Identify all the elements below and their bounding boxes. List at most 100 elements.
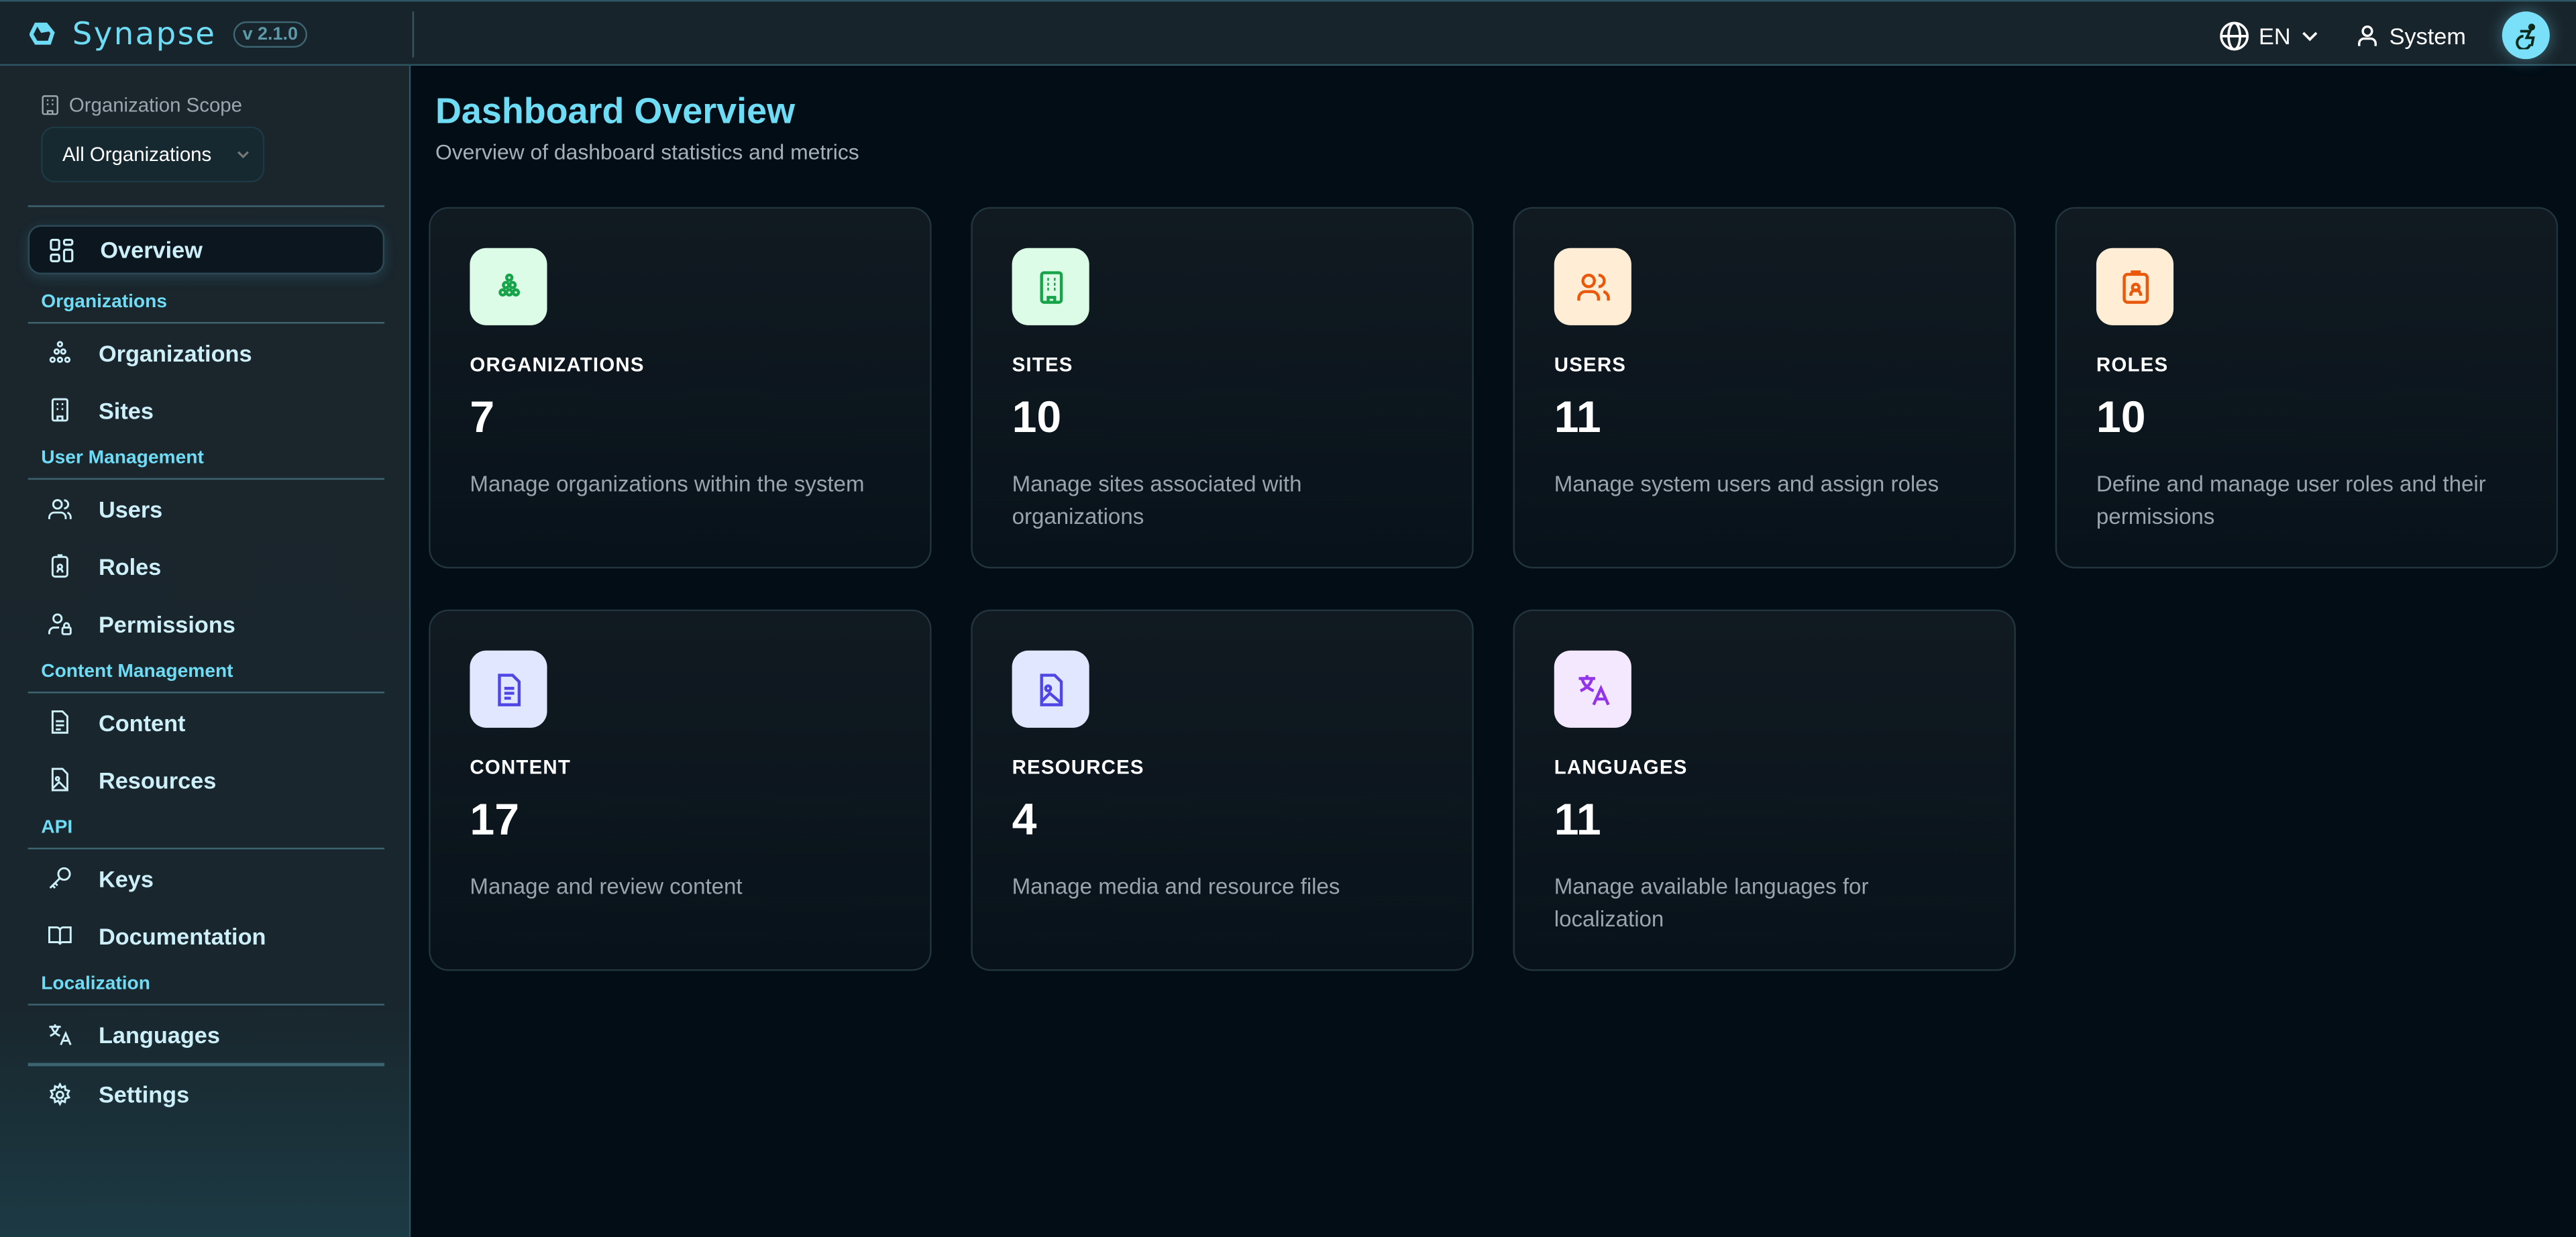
section-localization: Localization [28,965,384,1006]
file-text-icon [489,669,529,709]
card-count: 17 [470,795,519,846]
stat-card-users[interactable]: USERS 11 Manage system users and assign … [1513,207,2016,569]
divider [28,205,384,207]
user-menu[interactable]: System [2357,22,2466,48]
org-tree-icon [48,340,72,365]
sidebar-item-content[interactable]: Content [28,693,384,751]
sidebar-item-documentation[interactable]: Documentation [28,907,384,965]
scope-value: All Organizations [62,143,211,166]
card-title: RESOURCES [1012,756,1144,779]
dashboard-icon [49,237,74,262]
sidebar-item-label: Documentation [99,922,266,949]
card-icon-tile [2096,248,2174,325]
building-icon [1031,267,1071,307]
globe-icon [2219,21,2249,50]
building-icon [48,398,72,423]
sidebar-item-label: Overview [100,237,202,263]
sidebar-item-organizations[interactable]: Organizations [28,323,384,381]
translate-icon [48,1022,72,1046]
translate-icon [1573,669,1613,709]
file-image-icon [1031,669,1071,709]
synapse-logo-icon [30,21,56,48]
card-count: 10 [1012,392,1062,443]
user-icon [2357,24,2379,47]
card-icon-tile [1554,651,1631,728]
scope-label-text: Organization Scope [69,94,242,117]
sidebar-item-users[interactable]: Users [28,480,384,537]
sidebar-item-roles[interactable]: Roles [28,537,384,595]
org-tree-icon [489,267,529,307]
card-title: LANGUAGES [1554,756,1688,779]
user-lock-icon [48,611,72,636]
sidebar-item-keys[interactable]: Keys [28,849,384,907]
section-user-management: User Management [28,439,384,480]
app-logo[interactable]: Synapse v 2.1.0 [30,16,308,52]
sidebar-item-languages[interactable]: Languages [28,1006,384,1063]
sidebar-item-label: Resources [99,766,216,792]
accessibility-icon [2513,22,2539,48]
key-icon [48,866,72,891]
sidebar-item-settings[interactable]: Settings [28,1065,384,1123]
sidebar-item-sites[interactable]: Sites [28,381,384,439]
card-title: SITES [1012,354,1073,376]
chevron-down-icon [2300,25,2320,45]
card-description: Define and manage user roles and their p… [2096,468,2507,534]
user-name: System [2390,22,2466,48]
card-title: ORGANIZATIONS [470,354,644,376]
page-subtitle: Overview of dashboard statistics and met… [435,140,859,164]
card-icon-tile [470,651,547,728]
file-image-icon [48,767,72,792]
sidebar-nav: Overview Organizations Organizations Sit… [28,225,384,1123]
sidebar-item-label: Settings [99,1081,189,1107]
badge-icon [2115,267,2155,307]
sidebar-item-label: Languages [99,1021,220,1047]
app-name: Synapse [72,16,217,52]
stat-card-languages[interactable]: LANGUAGES 11 Manage available languages … [1513,610,2016,971]
stat-card-roles[interactable]: ROLES 10 Define and manage user roles an… [2055,207,2558,569]
card-title: USERS [1554,354,1626,376]
section-content-management: Content Management [28,652,384,693]
stat-card-sites[interactable]: SITES 10 Manage sites associated with or… [971,207,1473,569]
badge-icon [48,553,72,578]
sidebar-item-resources[interactable]: Resources [28,751,384,808]
card-description: Manage sites associated with organizatio… [1012,468,1423,534]
users-icon [1573,267,1613,307]
gear-icon [48,1082,72,1107]
stat-card-content[interactable]: CONTENT 17 Manage and review content [429,610,931,971]
organization-scope-label: Organization Scope [41,94,242,117]
file-text-icon [48,710,72,735]
organization-scope-select[interactable]: All Organizations [41,127,264,182]
card-icon-tile [1554,248,1631,325]
card-icon-tile [1012,651,1089,728]
sidebar-item-permissions[interactable]: Permissions [28,595,384,653]
book-open-icon [48,923,72,948]
sidebar-item-label: Keys [99,865,154,891]
card-description: Manage organizations within the system [470,468,880,501]
chevron-down-icon [235,146,251,162]
card-description: Manage available languages for localizat… [1554,871,1965,936]
card-count: 10 [2096,392,2146,443]
header-divider [413,11,414,58]
card-count: 4 [1012,795,1037,846]
users-icon [48,496,72,521]
sidebar: Organization Scope All Organizations Ove… [0,66,411,1237]
sidebar-item-label: Organizations [99,339,252,366]
sidebar-item-overview[interactable]: Overview [28,225,384,274]
building-icon [41,95,59,115]
card-description: Manage and review content [470,871,880,904]
language-code: EN [2259,22,2291,48]
language-selector[interactable]: EN [2219,21,2320,50]
card-count: 11 [1554,795,1601,846]
card-title: CONTENT [470,756,571,779]
version-badge: v 2.1.0 [233,21,308,48]
page-title: Dashboard Overview [435,91,795,133]
section-organizations: Organizations [28,282,384,323]
stat-card-resources[interactable]: RESOURCES 4 Manage media and resource fi… [971,610,1473,971]
card-description: Manage system users and assign roles [1554,468,1965,501]
accessibility-button[interactable] [2502,11,2550,59]
sidebar-item-label: Users [99,495,162,521]
card-description: Manage media and resource files [1012,871,1423,904]
section-api: API [28,808,384,849]
sidebar-item-label: Sites [99,396,154,423]
stat-card-organizations[interactable]: ORGANIZATIONS 7 Manage organizations wit… [429,207,931,569]
